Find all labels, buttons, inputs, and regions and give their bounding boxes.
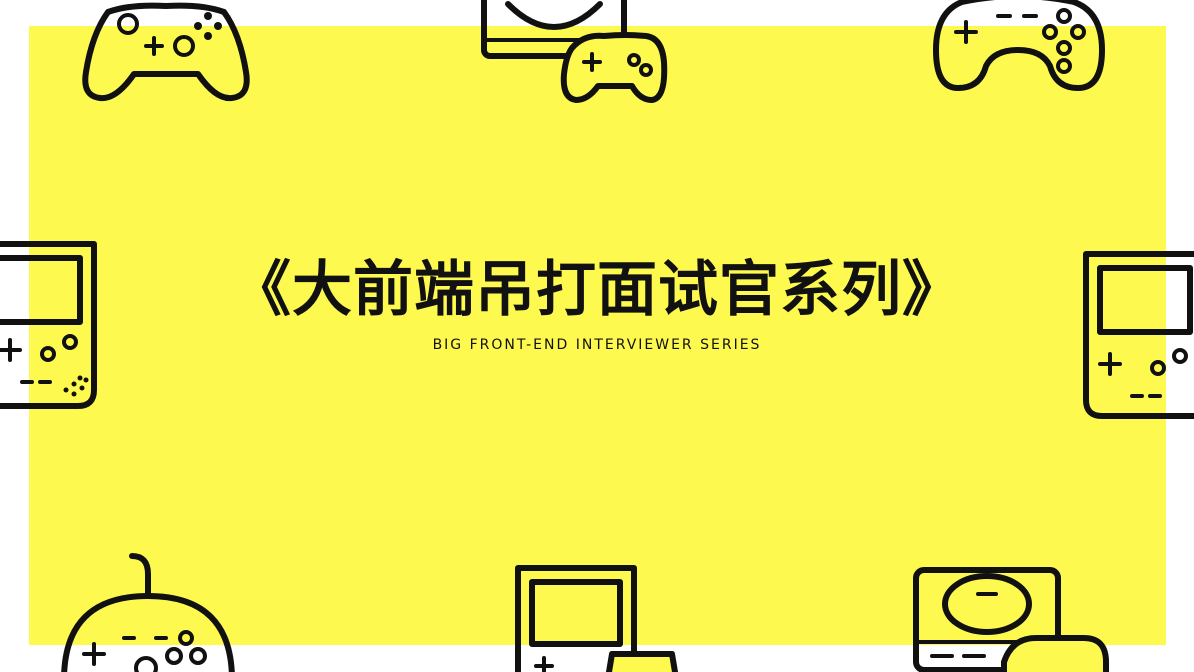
gamepad-icon bbox=[58, 552, 238, 672]
page-subtitle: BIG FRONT-END INTERVIEWER SERIES bbox=[432, 337, 762, 353]
retro-console-icon bbox=[912, 566, 1112, 672]
retro-console-icon bbox=[480, 0, 676, 106]
switch-controller-icon bbox=[932, 0, 1108, 94]
slide-canvas: 《大前端吊打面试官系列》 BIG FRONT-END INTERVIEWER S… bbox=[0, 0, 1194, 672]
handheld-console-icon bbox=[512, 562, 692, 672]
xbox-controller-icon bbox=[80, 0, 252, 106]
page-title: 《大前端吊打面试官系列》 bbox=[231, 255, 963, 325]
